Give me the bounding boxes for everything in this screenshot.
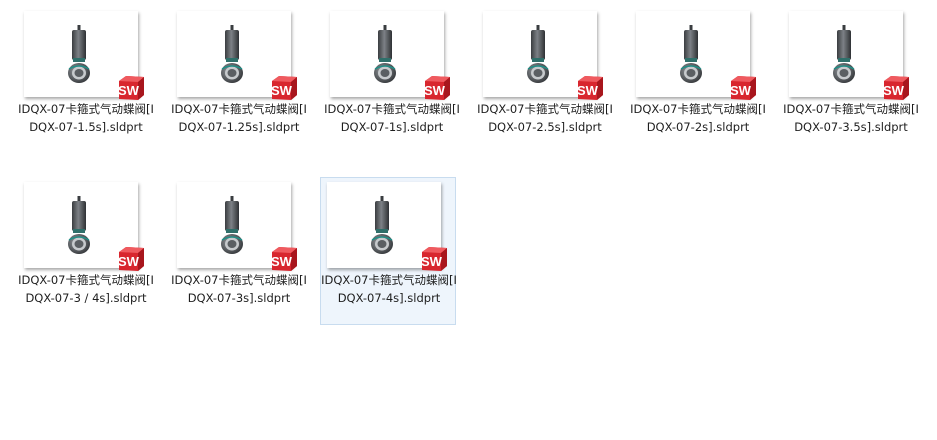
solidworks-badge-icon: SW bbox=[883, 76, 909, 100]
solidworks-badge-icon: SW bbox=[424, 76, 450, 100]
file-tile[interactable]: SW IDQX-07卡箍式气动蝶阀[IDQX-07-1.5s].sldprt bbox=[17, 6, 154, 154]
badge-text: SW bbox=[118, 83, 140, 98]
file-name-label: IDQX-07卡箍式气动蝶阀[IDQX-07-3.5s].sldprt bbox=[783, 102, 919, 134]
solidworks-badge-icon: SW bbox=[271, 247, 297, 271]
file-tile[interactable]: SW IDQX-07卡箍式气动蝶阀[IDQX-07-3s].sldprt bbox=[170, 177, 307, 325]
solidworks-badge-icon: SW bbox=[271, 76, 297, 100]
file-name-label: IDQX-07卡箍式气动蝶阀[IDQX-07-1.25s].sldprt bbox=[171, 102, 307, 134]
solidworks-badge-icon: SW bbox=[577, 76, 603, 100]
solidworks-badge-icon: SW bbox=[730, 76, 756, 100]
badge-text: SW bbox=[421, 254, 443, 269]
file-tile[interactable]: SW IDQX-07卡箍式气动蝶阀[IDQX-07-1.25s].sldprt bbox=[170, 6, 307, 154]
file-name-label: IDQX-07卡箍式气动蝶阀[IDQX-07-1s].sldprt bbox=[324, 102, 460, 134]
badge-text: SW bbox=[730, 83, 752, 98]
badge-text: SW bbox=[118, 254, 140, 269]
badge-text: SW bbox=[271, 254, 293, 269]
file-name-label: IDQX-07卡箍式气动蝶阀[IDQX-07-3s].sldprt bbox=[171, 273, 307, 305]
file-name-label: IDQX-07卡箍式气动蝶阀[IDQX-07-4s].sldprt bbox=[321, 273, 457, 305]
file-name-label: IDQX-07卡箍式气动蝶阀[IDQX-07-1.5s].sldprt bbox=[18, 102, 154, 134]
badge-text: SW bbox=[424, 83, 446, 98]
solidworks-badge-icon: SW bbox=[118, 247, 144, 271]
file-tile[interactable]: SW IDQX-07卡箍式气动蝶阀[IDQX-07-3.5s].sldprt bbox=[782, 6, 919, 154]
file-tile[interactable]: SW IDQX-07卡箍式气动蝶阀[IDQX-07-2s].sldprt bbox=[629, 6, 766, 154]
file-tile-selected[interactable]: SW IDQX-07卡箍式气动蝶阀[IDQX-07-4s].sldprt bbox=[320, 177, 457, 325]
solidworks-badge-icon: SW bbox=[421, 247, 447, 271]
badge-text: SW bbox=[883, 83, 905, 98]
file-tile[interactable]: SW IDQX-07卡箍式气动蝶阀[IDQX-07-1s].sldprt bbox=[323, 6, 460, 154]
solidworks-badge-icon: SW bbox=[118, 76, 144, 100]
file-tile[interactable]: SW IDQX-07卡箍式气动蝶阀[IDQX-07-3 / 4s].sldprt bbox=[17, 177, 154, 325]
badge-text: SW bbox=[271, 83, 293, 98]
file-icon-view: SW IDQX-07卡箍式气动蝶阀[IDQX-07-1.5s].sldprt S… bbox=[0, 0, 937, 440]
file-tile[interactable]: SW IDQX-07卡箍式气动蝶阀[IDQX-07-2.5s].sldprt bbox=[476, 6, 613, 154]
file-name-label: IDQX-07卡箍式气动蝶阀[IDQX-07-2s].sldprt bbox=[630, 102, 766, 134]
file-name-label: IDQX-07卡箍式气动蝶阀[IDQX-07-2.5s].sldprt bbox=[477, 102, 613, 134]
badge-text: SW bbox=[577, 83, 599, 98]
file-name-label: IDQX-07卡箍式气动蝶阀[IDQX-07-3 / 4s].sldprt bbox=[18, 273, 154, 305]
